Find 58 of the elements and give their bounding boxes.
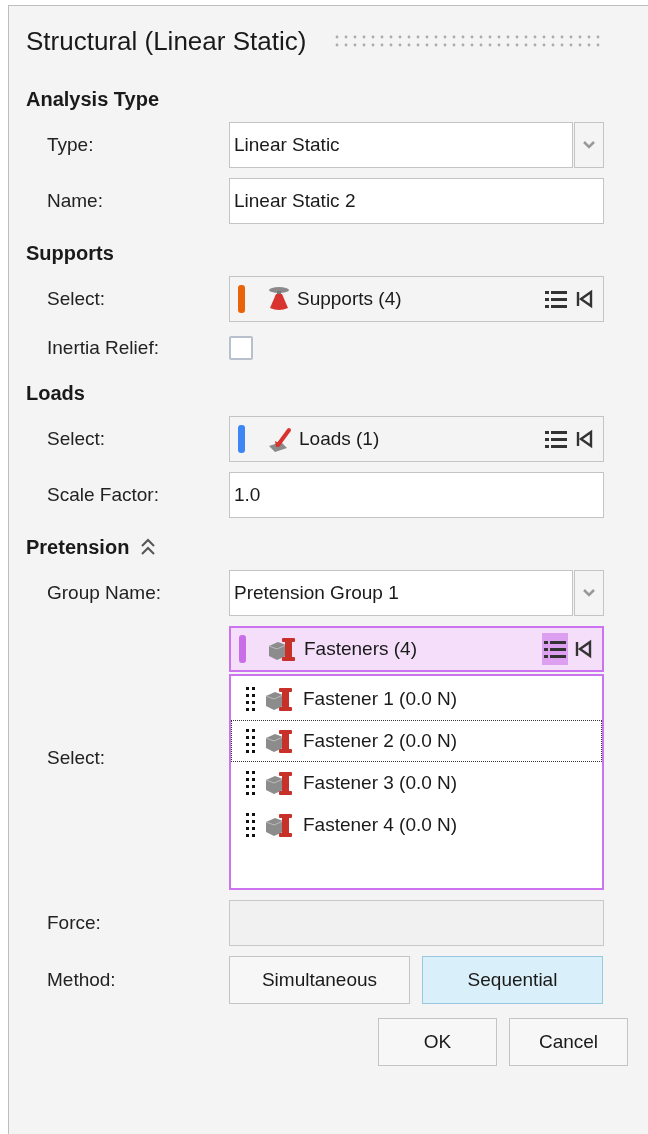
drag-handle-icon (246, 728, 255, 754)
fastener-icon (265, 770, 295, 796)
checkbox[interactable] (229, 336, 253, 360)
fastener-icon (265, 812, 295, 838)
drag-handle-icon (246, 812, 255, 838)
drag-handle-icon (334, 33, 601, 49)
list-item-label: Fastener 3 (0.0 N) (303, 770, 458, 795)
section-heading: Analysis Type (26, 87, 160, 112)
load-arrow-icon (267, 426, 293, 452)
input-field[interactable]: Linear Static 2 (229, 178, 604, 224)
field-label: Name: (46, 188, 104, 213)
section-heading: Pretension (26, 535, 130, 560)
field-label: Select: (46, 745, 107, 770)
fastener-icon (268, 636, 298, 662)
list-item-label: Fastener 1 (0.0 N) (303, 686, 458, 711)
drag-handle-icon (246, 686, 255, 712)
field-label: Scale Factor: (46, 482, 160, 507)
field-label: Force: (46, 910, 102, 935)
skip-back-icon (575, 289, 593, 309)
list-item[interactable]: Fastener 4 (0.0 N) (231, 804, 602, 846)
method-button[interactable]: Simultaneous (229, 956, 410, 1004)
field-label: Type: (46, 132, 95, 157)
collection-label: Supports (4) (297, 286, 403, 311)
collection-label: Fasteners (4) (304, 636, 418, 661)
list-view-button[interactable] (542, 633, 568, 665)
collection-selector[interactable]: Supports (4) (229, 276, 604, 322)
dialog-button[interactable]: OK (378, 1018, 497, 1066)
list-icon (545, 288, 567, 310)
field-label: Method: (46, 967, 117, 992)
list-item-label: Fastener 2 (0.0 N) (303, 728, 458, 753)
section-heading: Supports (26, 241, 114, 266)
method-button[interactable]: Sequential (422, 956, 603, 1004)
collection-selector[interactable]: Loads (1) (229, 416, 604, 462)
field-label: Inertia Relief: (46, 335, 160, 360)
skip-back-icon (575, 429, 593, 449)
list-item[interactable]: Fastener 2 (0.0 N) (231, 720, 602, 762)
dialog-button[interactable]: Cancel (509, 1018, 628, 1066)
chevron-down-icon (583, 589, 595, 597)
list-item-label: Fastener 4 (0.0 N) (303, 812, 458, 837)
field-label: Select: (46, 286, 107, 311)
field-label: Select: (46, 426, 107, 451)
window-title: Structural (Linear Static) (26, 24, 307, 58)
fastener-icon (265, 686, 295, 712)
input-field[interactable] (229, 900, 604, 946)
support-cone-icon (267, 286, 291, 312)
skip-back-icon (574, 639, 592, 659)
list-item[interactable]: Fastener 1 (0.0 N) (231, 678, 602, 720)
section-heading: Loads (26, 381, 85, 406)
input-field[interactable]: 1.0 (229, 472, 604, 518)
drag-handle-icon (246, 770, 255, 796)
field-label: Group Name: (46, 580, 163, 605)
list-icon (545, 428, 567, 450)
chevron-down-icon (583, 141, 595, 149)
fastener-icon (265, 728, 295, 754)
collection-selector[interactable]: Fasteners (4) (229, 626, 604, 672)
list-item[interactable]: Fastener 3 (0.0 N) (231, 762, 602, 804)
list-icon (544, 638, 566, 660)
collection-label: Loads (1) (299, 426, 381, 451)
